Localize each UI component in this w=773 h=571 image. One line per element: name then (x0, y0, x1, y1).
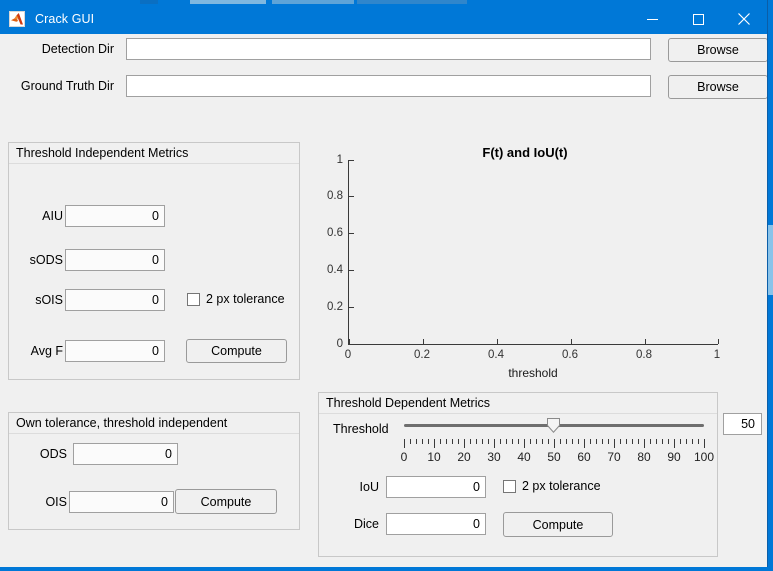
chart-xtick-label-0.2: 0.2 (414, 349, 430, 361)
threshold-tick-label-100: 100 (693, 450, 715, 464)
threshold-tick-label-70: 70 (607, 450, 621, 464)
aiu-value-field[interactable]: 0 (65, 205, 165, 227)
chart-xtick-label-0.6: 0.6 (562, 349, 578, 361)
detection-dir-label: Detection Dir (41, 42, 114, 56)
chart-xtick-label-0: 0 (344, 349, 352, 361)
threshold-independent-panel: Threshold Independent Metrics AIU 0 sODS… (8, 142, 300, 380)
threshold-dependent-tolerance-label: 2 px tolerance (522, 479, 601, 493)
threshold-independent-compute-button[interactable]: Compute (186, 339, 287, 363)
ods-label: ODS (39, 447, 67, 461)
chart-xaxis-label: threshold (508, 366, 558, 380)
matlab-logo-icon (9, 11, 25, 27)
threshold-tick-label-60: 60 (577, 450, 591, 464)
dice-label: Dice (353, 517, 379, 531)
chart-xtick-label-1: 1 (713, 349, 721, 361)
ois-label: OIS (45, 495, 67, 509)
title-bar[interactable]: Crack GUI (0, 4, 767, 34)
detection-dir-browse-button[interactable]: Browse (668, 38, 768, 62)
crack-gui-window: Crack GUI Detection Dir Browse Ground Tr… (0, 0, 773, 571)
chart-ytick-label-0.6: 0.6 (327, 227, 343, 239)
chart-ytick-label-0.8: 0.8 (327, 190, 343, 202)
threshold-tick-label-50: 50 (547, 450, 561, 464)
window-bottom-frame (0, 567, 773, 571)
own-tolerance-panel-title: Own tolerance, threshold independent (9, 413, 299, 434)
threshold-tick-label-20: 20 (457, 450, 471, 464)
threshold-tick-label-0: 0 (400, 450, 408, 464)
sois-value-field[interactable]: 0 (65, 289, 165, 311)
sods-label: sODS (29, 253, 63, 267)
f-iou-chart: F(t) and IoU(t) 1 0.8 0.6 0.4 0.2 0 0 0.… (315, 138, 735, 383)
checkbox-box-icon (503, 479, 516, 493)
own-tolerance-compute-button[interactable]: Compute (175, 489, 277, 514)
chart-ytick-label-1: 1 (336, 154, 343, 166)
chart-xtick-label-0.8: 0.8 (636, 349, 652, 361)
iou-label: IoU (359, 480, 379, 494)
window-buttons (629, 4, 767, 34)
maximize-button[interactable] (675, 4, 721, 34)
threshold-dependent-panel-title: Threshold Dependent Metrics (319, 393, 717, 414)
threshold-independent-panel-title: Threshold Independent Metrics (9, 143, 299, 164)
chart-xtick-label-0.4: 0.4 (488, 349, 504, 361)
window-right-frame (767, 0, 773, 571)
scrollbar-thumb[interactable] (768, 225, 773, 295)
chart-ytick-label-0.4: 0.4 (327, 264, 343, 276)
iou-value-field[interactable]: 0 (386, 476, 486, 498)
ods-value-field[interactable]: 0 (73, 443, 178, 465)
ois-value-field[interactable]: 0 (69, 491, 174, 513)
ground-truth-dir-label: Ground Truth Dir (20, 79, 114, 93)
minimize-button[interactable] (629, 4, 675, 34)
checkbox-box-icon (187, 292, 200, 306)
chart-ytick-label-0.2: 0.2 (327, 301, 343, 313)
dice-value-field[interactable]: 0 (386, 513, 486, 535)
chart-axes (348, 160, 719, 345)
threshold-slider-label: Threshold (333, 422, 389, 436)
threshold-tick-label-90: 90 (667, 450, 681, 464)
sois-label: sOIS (35, 293, 63, 307)
threshold-tick-label-30: 30 (487, 450, 501, 464)
threshold-tick-label-80: 80 (637, 450, 651, 464)
threshold-slider-ticks (404, 439, 706, 449)
chart-title: F(t) and IoU(t) (482, 145, 568, 160)
threshold-dependent-compute-button[interactable]: Compute (503, 512, 613, 537)
own-tolerance-panel: Own tolerance, threshold independent ODS… (8, 412, 300, 530)
threshold-tick-label-10: 10 (427, 450, 441, 464)
close-button[interactable] (721, 4, 767, 34)
avg-f-label: Avg F (30, 344, 63, 358)
ground-truth-dir-input[interactable] (126, 75, 651, 97)
avg-f-value-field[interactable]: 0 (65, 340, 165, 362)
ground-truth-dir-browse-button[interactable]: Browse (668, 75, 768, 99)
threshold-slider-thumb[interactable] (547, 418, 560, 433)
threshold-value-field[interactable]: 50 (723, 413, 762, 435)
detection-dir-input[interactable] (126, 38, 651, 60)
sods-value-field[interactable]: 0 (65, 249, 165, 271)
threshold-independent-tolerance-checkbox[interactable]: 2 px tolerance (187, 292, 285, 306)
threshold-slider[interactable] (404, 415, 704, 437)
threshold-independent-tolerance-label: 2 px tolerance (206, 292, 285, 306)
aiu-label: AIU (42, 209, 63, 223)
threshold-dependent-tolerance-checkbox[interactable]: 2 px tolerance (503, 479, 601, 493)
threshold-dependent-panel: Threshold Dependent Metrics Threshold 0 … (318, 392, 718, 557)
window-title: Crack GUI (35, 12, 95, 26)
threshold-tick-label-40: 40 (517, 450, 531, 464)
